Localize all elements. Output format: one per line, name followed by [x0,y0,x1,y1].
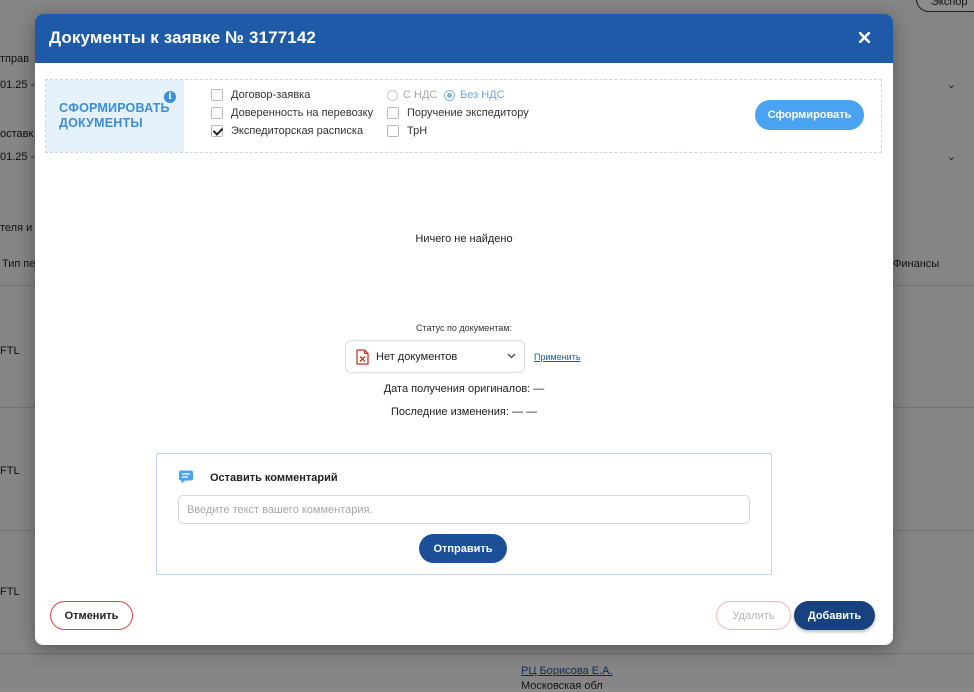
checkbox-checked[interactable] [211,125,223,137]
status-select-value: Нет документов [376,350,458,363]
checkbox[interactable] [387,125,399,137]
status-label: Статус по документам: [416,323,512,333]
generate-documents-label: СФОРМИРОВАТЬ ДОКУМЕНТЫ [59,101,170,130]
modal-title: Документы к заявке № 3177142 [49,28,316,47]
delete-button[interactable]: Удалить [716,601,791,630]
comment-input[interactable] [178,495,750,524]
comment-section: Оставить комментарий Отправить [156,453,772,575]
document-status-select[interactable]: Нет документов [345,340,525,373]
radio-without-vat[interactable]: Без НДС [444,89,505,101]
modal-header: Документы к заявке № 3177142 [35,14,893,63]
radio-selected[interactable] [444,89,455,101]
option-transport-power-of-attorney[interactable]: Доверенность на перевозку [211,107,373,119]
info-icon[interactable]: i [164,91,176,103]
close-icon [858,31,870,43]
documents-modal: Документы к заявке № 3177142 СФОРМИРОВАТ… [35,14,893,645]
radio-label: Без НДС [460,89,505,101]
radio-label: С НДС [403,89,438,101]
close-button[interactable] [853,26,875,48]
radio-with-vat[interactable]: С НДС [387,89,437,101]
checkbox[interactable] [211,89,223,101]
checkbox[interactable] [211,107,223,119]
generate-button[interactable]: Сформировать [755,100,864,130]
send-comment-button[interactable]: Отправить [419,534,507,563]
radio[interactable] [387,89,398,101]
comment-title: Оставить комментарий [210,472,338,484]
apply-link[interactable]: Применить [534,352,581,362]
option-label: Договор-заявка [231,89,311,101]
option-label: ТрН [407,125,428,137]
chevron-down-icon [507,351,516,360]
option-label: Доверенность на перевозку [231,107,374,119]
empty-message: Ничего не найдено [415,233,513,245]
generate-label-area: СФОРМИРОВАТЬ ДОКУМЕНТЫ i [46,80,184,152]
option-forwarder-order[interactable]: Поручение экспедитору [387,107,529,119]
originals-received-date: Дата получения оригиналов: — [383,383,545,395]
last-changes: Последние изменения: — — [390,406,538,418]
chat-bubble-icon [178,469,194,485]
option-forwarding-receipt[interactable]: Экспедиторская расписка [211,125,363,137]
cancel-button[interactable]: Отменить [50,601,133,630]
option-waybill[interactable]: ТрН [387,125,427,137]
checkbox[interactable] [387,107,399,119]
option-label: Экспедиторская расписка [231,125,364,137]
option-contract-request[interactable]: Договор-заявка [211,89,310,101]
option-label: Поручение экспедитору [407,107,529,119]
add-button[interactable]: Добавить [794,601,875,630]
document-error-icon [356,348,369,365]
